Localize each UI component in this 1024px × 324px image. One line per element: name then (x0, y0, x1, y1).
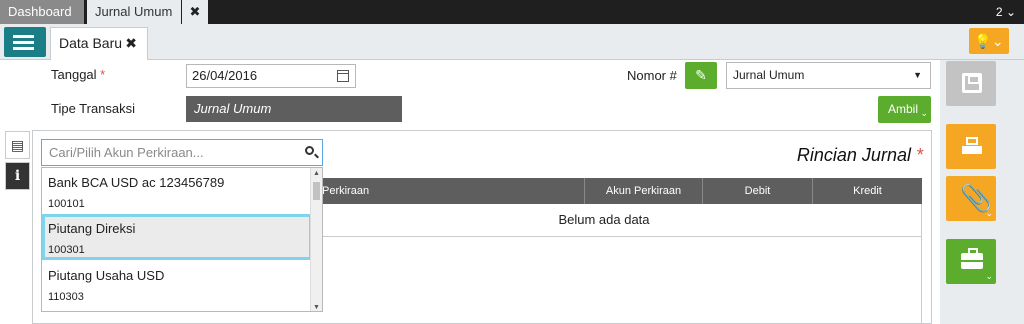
account-name: Piutang Direksi (48, 221, 136, 236)
account-code: 110303 (48, 291, 84, 303)
column-perkiraan: Perkiraan (322, 185, 370, 197)
open-tabs-count[interactable]: 2 ⌄ (996, 0, 1016, 24)
dropdown-scrollbar[interactable]: ▲ ▼ (310, 168, 322, 311)
scroll-down-icon[interactable]: ▼ (313, 304, 320, 311)
save-icon (962, 73, 982, 93)
account-code: 100301 (48, 244, 85, 256)
save-button[interactable] (946, 61, 996, 106)
document-icon[interactable]: ▤ (5, 131, 30, 159)
account-name: Bank BCA USD ac 123456789 (48, 175, 225, 190)
tanggal-date-field[interactable]: 26/04/2016 (186, 64, 356, 88)
nomor-select[interactable]: Jurnal Umum ▼ (726, 62, 931, 89)
chevron-down-icon: ⌄ (920, 108, 928, 118)
search-icon[interactable] (305, 146, 314, 155)
account-name: Piutang Usaha USD (48, 268, 165, 283)
chevron-down-icon: ▼ (913, 70, 922, 80)
menu-list-icon[interactable] (4, 27, 46, 57)
briefcase-icon (961, 248, 983, 269)
chevron-down-icon: ⌄ (985, 271, 993, 281)
table-header: Perkiraan Akun Perkiraan Debit Kredit (287, 178, 922, 204)
close-icon[interactable]: ✖ (125, 28, 137, 58)
ambil-button[interactable]: Ambil ⌄ (878, 96, 931, 123)
print-button[interactable] (946, 124, 996, 169)
chevron-down-icon: ⌄ (985, 208, 993, 218)
pencil-icon[interactable]: ✎ (685, 62, 717, 89)
akun-dropdown: Bank BCA USD ac 123456789 100101 Piutang… (41, 167, 323, 312)
top-tab-bar: Dashboard Jurnal Umum ✖ 2 ⌄ (0, 0, 1024, 24)
info-icon[interactable]: i (5, 162, 30, 190)
search-placeholder: Cari/Pilih Akun Perkiraan... (49, 145, 204, 160)
table-divider (921, 204, 922, 324)
list-item[interactable]: Piutang Usaha USD 110303 (42, 261, 312, 307)
lightbulb-icon[interactable]: 💡⌄ (969, 28, 1009, 54)
tab-data-baru[interactable]: Data Baru ✖ (50, 27, 148, 60)
column-debit: Debit (702, 178, 812, 204)
tab-jurnal-umum[interactable]: Jurnal Umum (87, 0, 181, 24)
akun-search-input[interactable]: Cari/Pilih Akun Perkiraan... (41, 139, 323, 166)
tab-dashboard[interactable]: Dashboard (0, 0, 84, 24)
tanggal-value: 26/04/2016 (192, 68, 258, 83)
list-item[interactable]: Bank BCA USD ac 123456789 100101 (42, 168, 312, 214)
column-kredit: Kredit (812, 178, 922, 204)
tanggal-label: Tanggal * (51, 67, 106, 82)
close-tab-icon[interactable]: ✖ (182, 0, 208, 24)
briefcase-button[interactable]: ⌄ (946, 239, 996, 284)
tipe-transaksi-field: Jurnal Umum (186, 96, 402, 122)
tab-data-baru-label: Data Baru (59, 35, 123, 51)
tab-count-value: 2 (995, 5, 1003, 19)
account-code: 100101 (48, 198, 85, 210)
list-item-selected[interactable]: Piutang Direksi 100301 (42, 214, 312, 260)
nomor-select-value: Jurnal Umum (733, 68, 805, 82)
empty-table-message: Belum ada data (287, 204, 922, 237)
column-akun-perkiraan: Akun Perkiraan (584, 178, 702, 204)
calendar-icon[interactable] (337, 70, 349, 82)
print-icon (962, 137, 982, 155)
attachment-button[interactable]: 📎 ⌄ (946, 176, 996, 221)
tipe-transaksi-label: Tipe Transaksi (51, 101, 136, 116)
nomor-label: Nomor # (627, 68, 677, 83)
scroll-thumb[interactable] (313, 182, 320, 200)
ambil-button-label: Ambil (888, 102, 919, 116)
scroll-up-icon[interactable]: ▲ (313, 170, 320, 177)
sub-tab-bar: Data Baru ✖ 💡⌄ (0, 24, 1024, 60)
panel-title: Rincian Jurnal * (796, 145, 923, 165)
